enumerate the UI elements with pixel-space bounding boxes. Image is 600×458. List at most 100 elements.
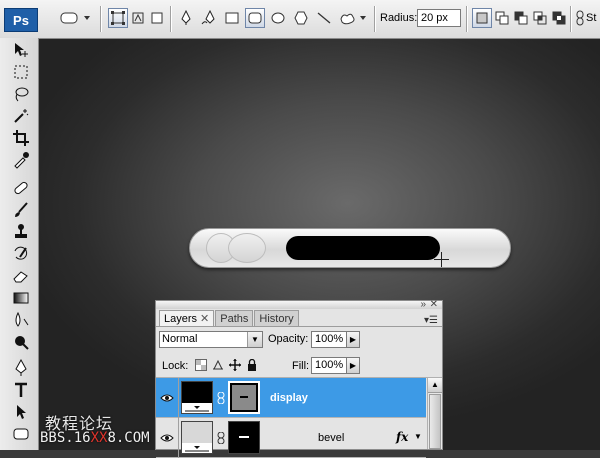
mask-shape-icon <box>239 436 249 438</box>
pen-tool[interactable] <box>10 358 32 378</box>
healing-brush-tool[interactable] <box>10 178 32 198</box>
chevron-down-icon[interactable]: ▼ <box>414 432 422 441</box>
gradient-tool[interactable] <box>10 288 32 308</box>
rounded-rectangle-tool-icon <box>13 428 29 440</box>
brush-tool[interactable] <box>10 200 32 220</box>
opacity-slider-button[interactable]: ▶ <box>346 331 360 348</box>
marquee-tool[interactable] <box>10 62 32 82</box>
fill-pixels-button[interactable] <box>147 8 167 28</box>
rectangle-icon <box>225 12 239 24</box>
blur-tool[interactable] <box>10 310 32 330</box>
panel-title-bar[interactable]: » ✕ <box>156 299 442 310</box>
tab-layers[interactable]: Layers ✕ <box>159 310 215 327</box>
type-tool[interactable] <box>10 380 32 400</box>
tab-history[interactable]: History <box>254 310 299 326</box>
add-to-shape-button[interactable] <box>492 8 512 28</box>
radius-input[interactable] <box>417 9 461 27</box>
magic-wand-tool[interactable] <box>10 106 32 126</box>
polygon-icon <box>294 11 308 25</box>
rectangle-tool-button[interactable] <box>222 8 242 28</box>
separator <box>466 6 468 32</box>
shape-tool[interactable] <box>10 424 32 444</box>
lock-transparent-icon[interactable] <box>194 358 208 372</box>
polygon-tool-button[interactable] <box>291 8 311 28</box>
vector-mask-thumbnail[interactable] <box>228 381 260 414</box>
clone-stamp-tool[interactable] <box>10 222 32 242</box>
line-tool-button[interactable] <box>314 8 334 28</box>
bevel-ring-right <box>228 233 266 263</box>
tab-label: Paths <box>220 313 249 325</box>
shape-layers-button[interactable] <box>108 8 128 28</box>
move-tool[interactable] <box>10 40 32 60</box>
dodge-icon <box>15 336 29 350</box>
fill-slider-button[interactable]: ▶ <box>346 357 360 374</box>
separator <box>100 6 102 32</box>
chain-link-icon <box>576 10 584 26</box>
watermark-url-red: XX <box>90 430 108 446</box>
marquee-icon <box>14 65 28 79</box>
chain-link-icon[interactable] <box>217 392 225 404</box>
dodge-tool[interactable] <box>10 332 32 352</box>
intersect-shape-button[interactable] <box>530 8 550 28</box>
ellipse-tool-button[interactable] <box>268 8 288 28</box>
opacity-field[interactable]: 100% <box>311 331 347 348</box>
exclude-shape-button[interactable] <box>549 8 569 28</box>
freeform-pen-button[interactable] <box>199 8 219 28</box>
new-layer-mode-button[interactable] <box>472 8 492 28</box>
subtract-shape-button[interactable] <box>511 8 531 28</box>
type-icon <box>15 382 27 397</box>
eraser-tool[interactable] <box>10 266 32 286</box>
scrollbar-thumb[interactable] <box>429 394 441 449</box>
tab-paths[interactable]: Paths <box>215 310 254 326</box>
rounded-rectangle-tool-button[interactable] <box>245 8 265 28</box>
ellipse-icon <box>271 12 285 24</box>
vector-mask-thumbnail[interactable] <box>228 421 260 454</box>
close-icon[interactable]: ✕ <box>430 299 438 310</box>
eye-icon[interactable] <box>159 391 175 405</box>
layer-effects-icon[interactable]: fx <box>396 430 408 444</box>
bevel-shape <box>189 228 511 268</box>
link-style-button[interactable] <box>574 8 586 28</box>
layer-name: bevel <box>318 432 345 444</box>
crop-icon <box>13 130 29 146</box>
crop-tool[interactable] <box>10 128 32 148</box>
move-icon <box>15 43 28 57</box>
lasso-icon <box>15 87 29 102</box>
panel-menu-icon[interactable]: ▾☰ <box>424 315 438 326</box>
scroll-up-icon[interactable]: ▲ <box>428 378 442 393</box>
layer-thumbnail[interactable] <box>181 381 213 414</box>
lock-position-icon[interactable] <box>228 358 242 372</box>
paths-button[interactable] <box>128 8 148 28</box>
eyedropper-tool[interactable] <box>10 150 32 170</box>
lasso-tool[interactable] <box>10 84 32 104</box>
path-selection-tool[interactable] <box>10 402 32 422</box>
healing-brush-icon <box>14 181 28 195</box>
layers-scrollbar[interactable]: ▲ <box>427 378 442 449</box>
pen-tool-button[interactable] <box>176 8 196 28</box>
fill-field[interactable]: 100% <box>311 357 347 374</box>
chain-link-icon[interactable] <box>217 432 225 444</box>
opacity-label: Opacity: <box>268 333 309 345</box>
custom-shape-tool-button[interactable] <box>337 8 369 28</box>
close-tab-icon[interactable]: ✕ <box>200 313 209 325</box>
separator <box>374 6 376 32</box>
photoshop-logo[interactable]: Ps <box>4 8 38 32</box>
tool-preset-picker[interactable] <box>58 8 94 28</box>
vector-fill-indicator-icon <box>182 443 212 453</box>
layer-thumbnail[interactable] <box>181 421 213 454</box>
blend-mode-select[interactable]: Normal ▼ <box>159 331 263 348</box>
vector-fill-indicator-icon <box>182 403 212 413</box>
lock-all-icon[interactable] <box>245 358 259 372</box>
crosshair-cursor-icon <box>434 252 449 267</box>
collapse-icon[interactable]: » <box>420 299 426 310</box>
layer-row-display[interactable]: display <box>156 378 426 418</box>
eye-icon[interactable] <box>159 431 175 445</box>
layer-row-bevel[interactable]: bevel fx ▼ <box>156 418 426 458</box>
line-icon <box>317 12 331 24</box>
lock-image-icon[interactable] <box>211 358 225 372</box>
rounded-rectangle-preset-icon <box>60 12 90 24</box>
magic-wand-icon <box>14 109 29 123</box>
blend-mode-value: Normal <box>162 333 198 345</box>
history-brush-tool[interactable] <box>10 244 32 264</box>
chevron-down-icon: ▼ <box>247 332 262 347</box>
